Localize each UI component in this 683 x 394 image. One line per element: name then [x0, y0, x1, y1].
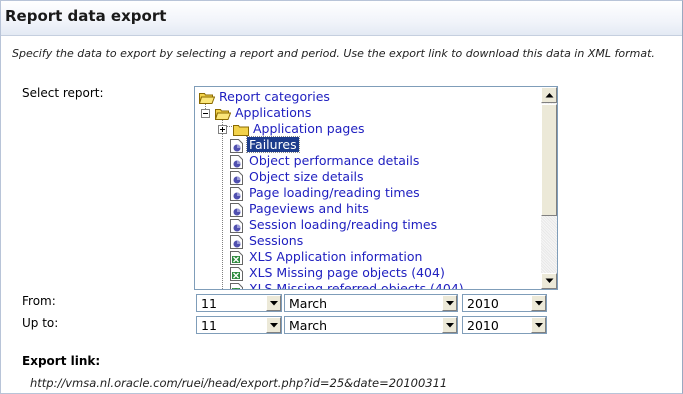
- tree-item-object-performance-details[interactable]: Object performance details: [230, 153, 421, 169]
- from-month-select[interactable]: March: [284, 294, 458, 312]
- chevron-down-icon[interactable]: [442, 295, 457, 311]
- report-tree[interactable]: Report categories Applications Applicati…: [194, 86, 558, 290]
- report-tree-content: Report categories Applications Applicati…: [195, 87, 541, 289]
- tree-item-xls-missing-referred-objects[interactable]: XLS Missing referred objects (404): [230, 281, 466, 289]
- report-icon: [230, 186, 243, 201]
- chevron-down-icon[interactable]: [266, 317, 281, 333]
- export-link-label: Export link:: [22, 354, 101, 368]
- scroll-up-button[interactable]: [541, 87, 557, 103]
- tree-item-application-pages[interactable]: Application pages: [218, 121, 367, 137]
- report-icon: [230, 234, 243, 249]
- from-day-select[interactable]: 11: [196, 294, 282, 312]
- collapse-icon[interactable]: [201, 109, 210, 118]
- tree-item-failures[interactable]: Failures: [230, 136, 300, 153]
- to-month-select[interactable]: March: [284, 316, 458, 334]
- scroll-thumb[interactable]: [541, 104, 557, 216]
- folder-icon: [232, 124, 249, 136]
- xls-icon: [230, 266, 243, 281]
- scroll-down-button[interactable]: [541, 273, 557, 289]
- to-year-select[interactable]: 2010: [462, 316, 547, 334]
- tree-connector: [222, 119, 223, 289]
- tree-item-report-categories[interactable]: Report categories: [199, 89, 332, 105]
- report-icon: [230, 138, 243, 153]
- report-icon: [230, 218, 243, 233]
- page-title: Report data export: [5, 7, 167, 25]
- xls-icon: [230, 282, 243, 289]
- tree-item-object-size-details[interactable]: Object size details: [230, 169, 366, 185]
- tree-item-session-loading-reading-times[interactable]: Session loading/reading times: [230, 217, 439, 233]
- tree-item-page-loading-reading-times[interactable]: Page loading/reading times: [230, 185, 422, 201]
- tree-item-xls-missing-page-objects[interactable]: XLS Missing page objects (404): [230, 265, 447, 281]
- tree-item-applications[interactable]: Applications: [199, 105, 313, 121]
- from-year-select[interactable]: 2010: [462, 294, 547, 312]
- report-icon: [230, 170, 243, 185]
- from-label: From:: [22, 294, 56, 308]
- tree-item-xls-application-information[interactable]: XLS Application information: [230, 249, 424, 265]
- tree-scrollbar[interactable]: [541, 87, 557, 289]
- description-text: Specify the data to export by selecting …: [12, 47, 655, 60]
- expand-icon[interactable]: [218, 125, 227, 134]
- panel-header: Report data export: [1, 1, 682, 36]
- tree-item-pageviews-and-hits[interactable]: Pageviews and hits: [230, 201, 371, 217]
- chevron-down-icon[interactable]: [442, 317, 457, 333]
- chevron-down-icon[interactable]: [531, 295, 546, 311]
- export-url-link[interactable]: http://vmsa.nl.oracle.com/ruei/head/expo…: [30, 376, 447, 390]
- report-icon: [230, 202, 243, 217]
- chevron-down-icon[interactable]: [531, 317, 546, 333]
- folder-open-icon: [199, 92, 215, 104]
- tree-item-sessions[interactable]: Sessions: [230, 233, 305, 249]
- xls-icon: [230, 250, 243, 265]
- arrow-down-icon: [545, 278, 554, 283]
- report-icon: [230, 154, 243, 169]
- select-report-label: Select report:: [22, 86, 104, 100]
- chevron-down-icon[interactable]: [266, 295, 281, 311]
- arrow-up-icon: [545, 93, 554, 98]
- up-to-label: Up to:: [22, 316, 59, 330]
- to-day-select[interactable]: 11: [196, 316, 282, 334]
- folder-open-icon: [214, 108, 231, 120]
